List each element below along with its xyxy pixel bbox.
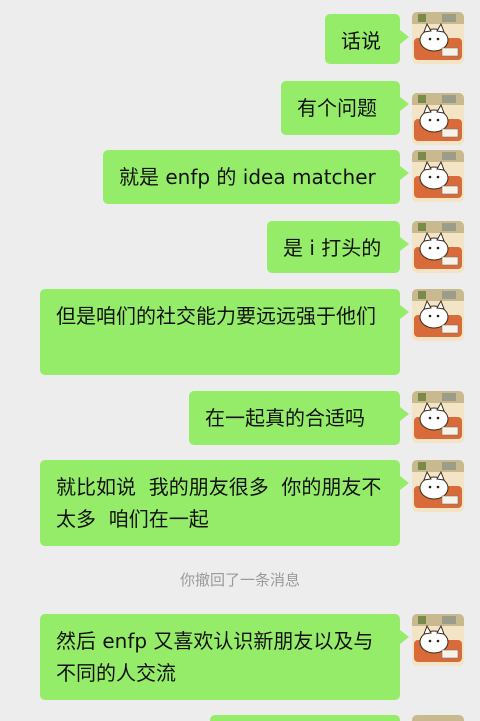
message-bubble[interactable]: 就比如说 我的朋友很多 你的朋友不太多 咱们在一起 bbox=[40, 460, 409, 546]
message-bubble[interactable]: 是 i 打头的 bbox=[267, 221, 409, 273]
avatar[interactable] bbox=[412, 460, 464, 512]
message-bubble-partial[interactable] bbox=[210, 715, 400, 721]
message-bubble[interactable]: 就是 enfp 的 idea matcher bbox=[103, 150, 409, 204]
avatar[interactable] bbox=[412, 150, 464, 202]
message-row: 就比如说 我的朋友很多 你的朋友不太多 咱们在一起 bbox=[0, 460, 480, 548]
message-row: 有个问题 bbox=[0, 81, 480, 149]
avatar[interactable] bbox=[412, 391, 464, 443]
cat-avatar-icon bbox=[412, 460, 464, 512]
message-bubble[interactable]: 话说 bbox=[325, 14, 409, 64]
message-bubble[interactable]: 但是咱们的社交能力要远远强于他们 bbox=[40, 289, 409, 375]
message-bubble[interactable]: 有个问题 bbox=[281, 81, 409, 135]
message-row: 话说 bbox=[0, 12, 480, 68]
avatar[interactable] bbox=[412, 93, 464, 145]
avatar[interactable] bbox=[412, 12, 464, 64]
avatar[interactable] bbox=[412, 221, 464, 273]
message-row: 在一起真的合适吗 bbox=[0, 391, 480, 447]
cat-avatar-icon bbox=[412, 93, 464, 145]
avatar[interactable] bbox=[412, 614, 464, 666]
message-bubble[interactable]: 在一起真的合适吗 bbox=[189, 391, 409, 445]
avatar[interactable] bbox=[412, 289, 464, 341]
avatar-partial[interactable] bbox=[412, 715, 464, 721]
message-row-partial bbox=[0, 715, 480, 721]
cat-avatar-icon bbox=[412, 391, 464, 443]
message-row: 是 i 打头的 bbox=[0, 221, 480, 277]
message-bubble[interactable]: 然后 enfp 又喜欢认识新朋友以及与不同的人交流 bbox=[40, 614, 409, 700]
cat-avatar-icon bbox=[412, 221, 464, 273]
cat-avatar-icon bbox=[412, 150, 464, 202]
cat-avatar-icon bbox=[412, 12, 464, 64]
message-row: 就是 enfp 的 idea matcher bbox=[0, 150, 480, 206]
message-row: 然后 enfp 又喜欢认识新朋友以及与不同的人交流 bbox=[0, 614, 480, 702]
recall-notice: 你撤回了一条消息 bbox=[179, 571, 300, 589]
message-row: 但是咱们的社交能力要远远强于他们 bbox=[0, 289, 480, 377]
cat-avatar-icon bbox=[412, 289, 464, 341]
cat-avatar-icon bbox=[412, 614, 464, 666]
